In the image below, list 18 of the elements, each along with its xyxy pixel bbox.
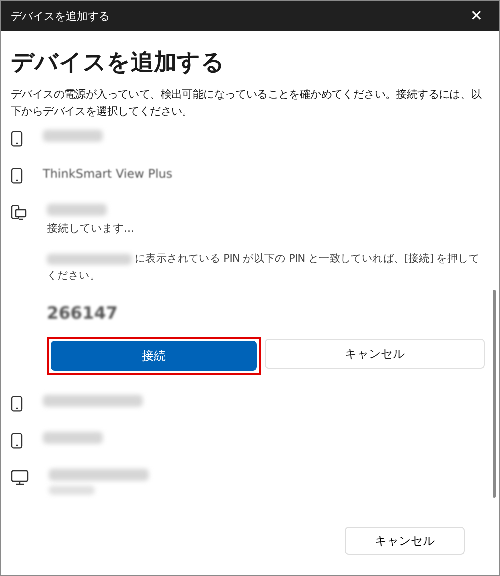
monitor-icon xyxy=(11,470,29,486)
cancel-button[interactable]: キャンセル xyxy=(265,339,485,369)
close-button[interactable]: ✕ xyxy=(466,7,487,25)
pin-instruction: に表示されている PIN が以下の PIN と一致していれば、[接続] を押してください。 xyxy=(47,252,480,284)
connect-button[interactable]: 接続 xyxy=(51,341,257,371)
phone-icon xyxy=(11,168,23,184)
device-name: ThinkSmart View Plus xyxy=(43,167,174,181)
scrollbar[interactable] xyxy=(493,290,496,498)
phone-icon xyxy=(11,433,23,449)
window-title: デバイスを追加する xyxy=(11,8,110,24)
cancel-button[interactable]: キャンセル xyxy=(345,527,465,555)
phone-icon xyxy=(11,396,23,412)
status-text: 接続しています... xyxy=(47,221,136,236)
pin-code: 266147 xyxy=(47,304,119,324)
description-text: デバイスの電源が入っていて、検出可能になっていることを確かめてください。接続するには、以下からデバイスを選択してください。 xyxy=(11,87,483,120)
phone-and-monitor-icon xyxy=(11,205,27,221)
phone-icon xyxy=(11,131,23,147)
dialog-heading: デバイスを追加する xyxy=(11,49,226,78)
